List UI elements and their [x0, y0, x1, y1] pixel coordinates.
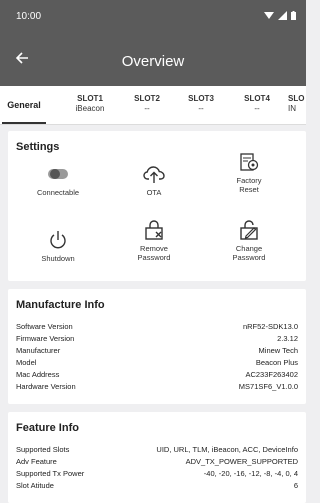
remove-password-icon — [145, 220, 163, 240]
tab-slot4[interactable]: SLOT4 -- — [232, 86, 282, 124]
setting-label-line2: Password — [232, 253, 266, 262]
info-value: Beacon Plus — [255, 358, 298, 367]
info-value: -40, -20, -16, -12, -8, -4, 0, 4 — [203, 469, 298, 478]
setting-label: OTA — [146, 188, 162, 197]
info-key: Model — [16, 358, 37, 367]
remove-password-button[interactable]: Remove Password — [109, 219, 199, 262]
tab-slot5[interactable]: SLO IN — [288, 86, 306, 124]
status-icons — [264, 10, 296, 21]
tab-label: SLOT1 — [77, 94, 103, 103]
info-key: Firmware Version — [16, 334, 75, 343]
change-password-icon — [240, 220, 258, 240]
info-value: 2.3.12 — [277, 334, 298, 343]
tab-label: SLO — [288, 94, 305, 103]
factory-reset-icon — [240, 153, 259, 171]
status-bar: 10:00 — [0, 0, 306, 36]
tab-sublabel: iBeacon — [75, 104, 105, 113]
tab-general[interactable]: General — [0, 86, 48, 124]
info-value: UID, URL, TLM, iBeacon, ACC, DeviceInfo — [156, 445, 298, 454]
tab-sublabel: -- — [254, 104, 260, 113]
manufacture-info-card: Manufacture Info Software Version nRF52-… — [8, 289, 306, 404]
power-icon — [50, 231, 66, 249]
info-key: Adv Feature — [16, 457, 57, 466]
tab-label: General — [7, 100, 41, 110]
setting-label-line2: Reset — [239, 185, 259, 194]
shutdown-button[interactable]: Shutdown — [13, 229, 103, 263]
toggle-icon — [48, 169, 68, 179]
setting-label-line2: Password — [137, 253, 171, 262]
setting-label: Connectable — [36, 188, 80, 197]
wifi-icon — [264, 11, 275, 19]
tab-bar: General SLOT1 iBeacon SLOT2 -- SLOT3 -- … — [0, 86, 306, 125]
settings-title: Settings — [16, 141, 60, 153]
info-key: Supported Slots — [16, 445, 70, 454]
manufacture-info-title: Manufacture Info — [16, 299, 105, 311]
settings-card: Settings Connectable OTA Factory Reset S… — [8, 131, 306, 281]
tab-slot3[interactable]: SLOT3 -- — [176, 86, 226, 124]
info-key: Hardware Version — [16, 382, 76, 391]
info-key: Mac Address — [16, 370, 60, 379]
info-value: AC233F263402 — [245, 370, 298, 379]
signal-icon — [278, 10, 288, 20]
tab-label: SLOT2 — [134, 94, 160, 103]
info-value: Minew Tech — [258, 346, 298, 355]
info-key: Slot Atitude — [16, 481, 54, 490]
ota-button[interactable]: OTA — [109, 163, 199, 197]
info-value: 6 — [293, 481, 298, 490]
setting-label: Shutdown — [41, 254, 75, 263]
info-value: MS71SF6_V1.0.0 — [238, 382, 298, 391]
setting-label: Remove — [140, 244, 168, 253]
page-title: Overview — [121, 53, 185, 70]
setting-label: Change — [235, 244, 263, 253]
setting-label: Factory — [236, 176, 262, 185]
change-password-button[interactable]: Change Password — [204, 219, 294, 262]
app-bar: Overview — [0, 36, 306, 86]
tab-label: SLOT3 — [188, 94, 214, 103]
tab-slot2[interactable]: SLOT2 -- — [122, 86, 172, 124]
feature-info-card: Feature Info Supported Slots UID, URL, T… — [8, 412, 306, 503]
info-value: nRF52-SDK13.0 — [242, 322, 298, 331]
battery-icon — [291, 10, 296, 20]
connectable-toggle[interactable]: Connectable — [13, 163, 103, 197]
info-key: Supported Tx Power — [16, 469, 85, 478]
tab-label: SLOT4 — [244, 94, 270, 103]
tab-sublabel: -- — [198, 104, 204, 113]
info-key: Software Version — [16, 322, 73, 331]
info-value: ADV_TX_POWER_SUPPORTED — [185, 457, 298, 466]
info-key: Manufacturer — [16, 346, 61, 355]
tab-sublabel: -- — [144, 104, 150, 113]
feature-info-title: Feature Info — [16, 422, 79, 434]
active-tab-indicator — [2, 122, 46, 124]
tab-sublabel: IN — [288, 104, 296, 113]
status-time: 10:00 — [16, 11, 42, 22]
factory-reset-button[interactable]: Factory Reset — [204, 151, 294, 194]
tab-slot1[interactable]: SLOT1 iBeacon — [64, 86, 116, 124]
cloud-upload-icon — [143, 166, 165, 183]
